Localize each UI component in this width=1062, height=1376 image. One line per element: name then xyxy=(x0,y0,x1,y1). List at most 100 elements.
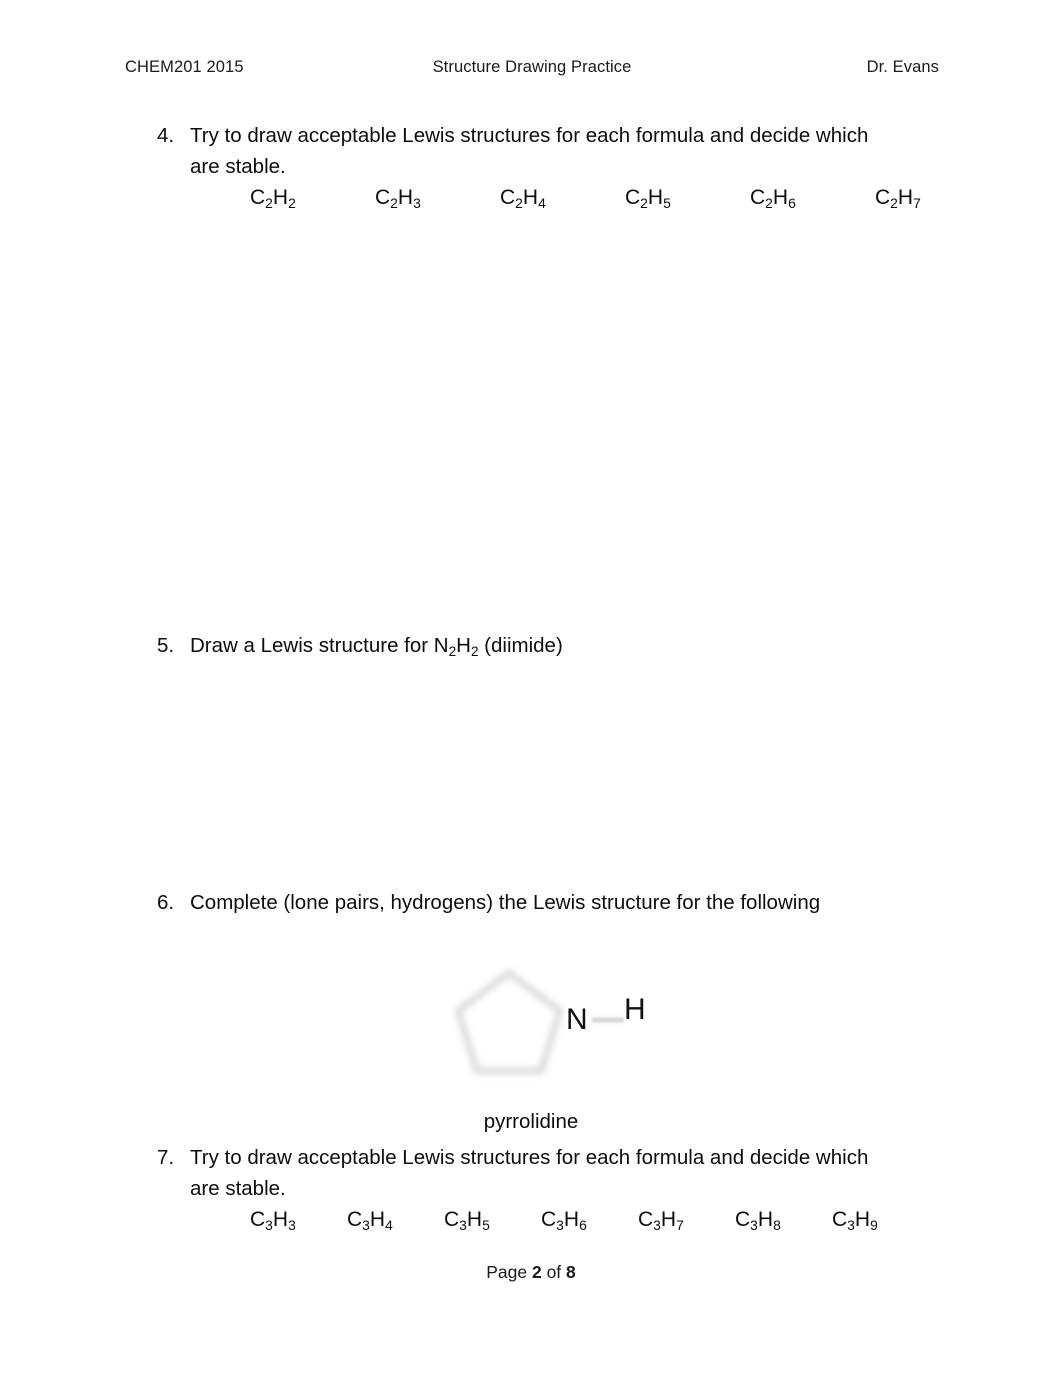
formula-carbon-symbol: C xyxy=(347,1208,363,1231)
question-4: 4. Try to draw acceptable Lewis structur… xyxy=(157,120,947,182)
formula-hydrogen-count: 6 xyxy=(579,1216,587,1233)
question-4-number: 4. xyxy=(157,124,175,147)
header-course-code: CHEM201 2015 xyxy=(125,58,244,76)
formula-carbon-symbol: C xyxy=(541,1208,557,1231)
formula-hydrogen-count: 7 xyxy=(676,1216,684,1233)
formula-hydrogen-count: 4 xyxy=(385,1216,393,1233)
question-7-first-line: 7. Try to draw acceptable Lewis structur… xyxy=(157,1142,947,1173)
formula-carbon-symbol: C xyxy=(735,1208,751,1231)
formula-carbon-count: 3 xyxy=(750,1216,758,1233)
formula-hydrogen-count: 2 xyxy=(288,194,296,211)
question-7: 7. Try to draw acceptable Lewis structur… xyxy=(157,1142,947,1204)
question-5-number: 5. xyxy=(157,634,175,657)
question-7-text: Try to draw acceptable Lewis structures … xyxy=(190,1146,869,1169)
formula-hydrogen-count: 9 xyxy=(870,1216,878,1233)
formula-hydrogen-symbol: H xyxy=(660,1208,677,1231)
chemical-formula: C2H4 xyxy=(500,186,625,210)
question-5-suffix: (diimide) xyxy=(478,634,563,657)
formula-carbon-count: 3 xyxy=(847,1216,855,1233)
footer-current-page: 2 xyxy=(531,1262,542,1282)
chemical-formula: C3H8 xyxy=(735,1208,832,1232)
formula-hydrogen-symbol: H xyxy=(563,1208,580,1231)
formula-list-question-7: C3H3 C3H4 C3H5 C3H6 C3H7 C3H8 C3H9 xyxy=(250,1208,929,1232)
formula-hydrogen-symbol: H xyxy=(772,186,789,209)
document-header: CHEM201 2015 Structure Drawing Practice … xyxy=(125,58,939,77)
formula-hydrogen-count: 5 xyxy=(482,1216,490,1233)
formula-hydrogen-symbol: H xyxy=(272,186,289,209)
question-5-text: Draw a Lewis structure for N2H2 (diimide… xyxy=(190,630,947,661)
chemical-formula: C3H9 xyxy=(832,1208,929,1232)
pyrrolidine-structure: N H xyxy=(440,955,700,1105)
formula-carbon-count: 3 xyxy=(556,1216,564,1233)
formula-hydrogen-count: 5 xyxy=(663,194,671,211)
formula-hydrogen-symbol: H xyxy=(466,1208,483,1231)
question-5-first-line: 5. Draw a Lewis structure for N2H2 (diim… xyxy=(157,630,947,661)
chemical-formula: C3H7 xyxy=(638,1208,735,1232)
atom-label-hydrogen: H xyxy=(624,993,646,1026)
page-footer: Page 2 of 8 xyxy=(0,1262,1062,1283)
question-6: 6. Complete (lone pairs, hydrogens) the … xyxy=(157,887,947,918)
formula-carbon-symbol: C xyxy=(750,186,766,209)
question-5-middle: H xyxy=(456,634,471,657)
formula-carbon-count: 3 xyxy=(459,1216,467,1233)
formula-hydrogen-count: 3 xyxy=(413,194,421,211)
header-document-title: Structure Drawing Practice xyxy=(432,58,632,76)
footer-page-prefix: Page xyxy=(486,1262,532,1282)
chemical-formula: C3H5 xyxy=(444,1208,541,1232)
chemical-formula: C2H6 xyxy=(750,186,875,210)
formula-hydrogen-count: 4 xyxy=(538,194,546,211)
formula-carbon-count: 2 xyxy=(515,194,523,211)
formula-hydrogen-count: 6 xyxy=(788,194,796,211)
formula-carbon-symbol: C xyxy=(250,1208,266,1231)
question-5-subscript-1: 2 xyxy=(448,643,457,659)
footer-page-middle: of xyxy=(541,1262,567,1282)
document-page: CHEM201 2015 Structure Drawing Practice … xyxy=(0,0,1062,1376)
chemical-formula: C2H7 xyxy=(875,186,1000,210)
question-7-number: 7. xyxy=(157,1146,175,1169)
chemical-formula: C2H3 xyxy=(375,186,500,210)
formula-carbon-count: 3 xyxy=(265,1216,273,1233)
chemical-formula: C3H6 xyxy=(541,1208,638,1232)
atom-label-nitrogen: N xyxy=(566,1003,588,1036)
formula-carbon-symbol: C xyxy=(875,186,891,209)
formula-carbon-count: 3 xyxy=(362,1216,370,1233)
question-4-second-line: are stable. xyxy=(190,155,286,178)
chemical-formula: C3H4 xyxy=(347,1208,444,1232)
formula-carbon-symbol: C xyxy=(638,1208,654,1231)
question-4-first-line: 4. Try to draw acceptable Lewis structur… xyxy=(157,120,947,151)
formula-list-question-4: C2H2 C2H3 C2H4 C2H5 C2H6 C2H7 xyxy=(250,186,1000,210)
formula-carbon-symbol: C xyxy=(250,186,266,209)
formula-carbon-symbol: C xyxy=(375,186,391,209)
question-7-second-line: are stable. xyxy=(190,1177,286,1200)
question-6-first-line: 6. Complete (lone pairs, hydrogens) the … xyxy=(157,887,947,918)
formula-hydrogen-symbol: H xyxy=(369,1208,386,1231)
chemical-formula: C2H5 xyxy=(625,186,750,210)
formula-carbon-symbol: C xyxy=(500,186,516,209)
formula-hydrogen-symbol: H xyxy=(897,186,914,209)
formula-carbon-count: 2 xyxy=(765,194,773,211)
question-5-prefix: Draw a Lewis structure for N xyxy=(190,634,449,657)
header-instructor: Dr. Evans xyxy=(866,58,939,76)
question-6-text: Complete (lone pairs, hydrogens) the Lew… xyxy=(190,891,821,914)
formula-carbon-symbol: C xyxy=(444,1208,460,1231)
footer-total-pages: 8 xyxy=(566,1262,576,1282)
formula-carbon-symbol: C xyxy=(625,186,641,209)
chemical-formula: C2H2 xyxy=(250,186,375,210)
chemical-formula: C3H3 xyxy=(250,1208,347,1232)
structure-caption: pyrrolidine xyxy=(483,1110,579,1133)
formula-hydrogen-symbol: H xyxy=(522,186,539,209)
formula-hydrogen-symbol: H xyxy=(757,1208,774,1231)
formula-carbon-count: 2 xyxy=(640,194,648,211)
formula-carbon-count: 3 xyxy=(653,1216,661,1233)
formula-hydrogen-symbol: H xyxy=(272,1208,289,1231)
question-6-number: 6. xyxy=(157,891,175,914)
formula-hydrogen-symbol: H xyxy=(854,1208,871,1231)
question-5: 5. Draw a Lewis structure for N2H2 (diim… xyxy=(157,630,947,661)
cyclopentane-ring-icon xyxy=(454,969,564,1075)
formula-carbon-count: 2 xyxy=(890,194,898,211)
formula-hydrogen-count: 8 xyxy=(773,1216,781,1233)
formula-hydrogen-symbol: H xyxy=(397,186,414,209)
formula-hydrogen-count: 3 xyxy=(288,1216,296,1233)
formula-carbon-count: 2 xyxy=(390,194,398,211)
formula-carbon-symbol: C xyxy=(832,1208,848,1231)
